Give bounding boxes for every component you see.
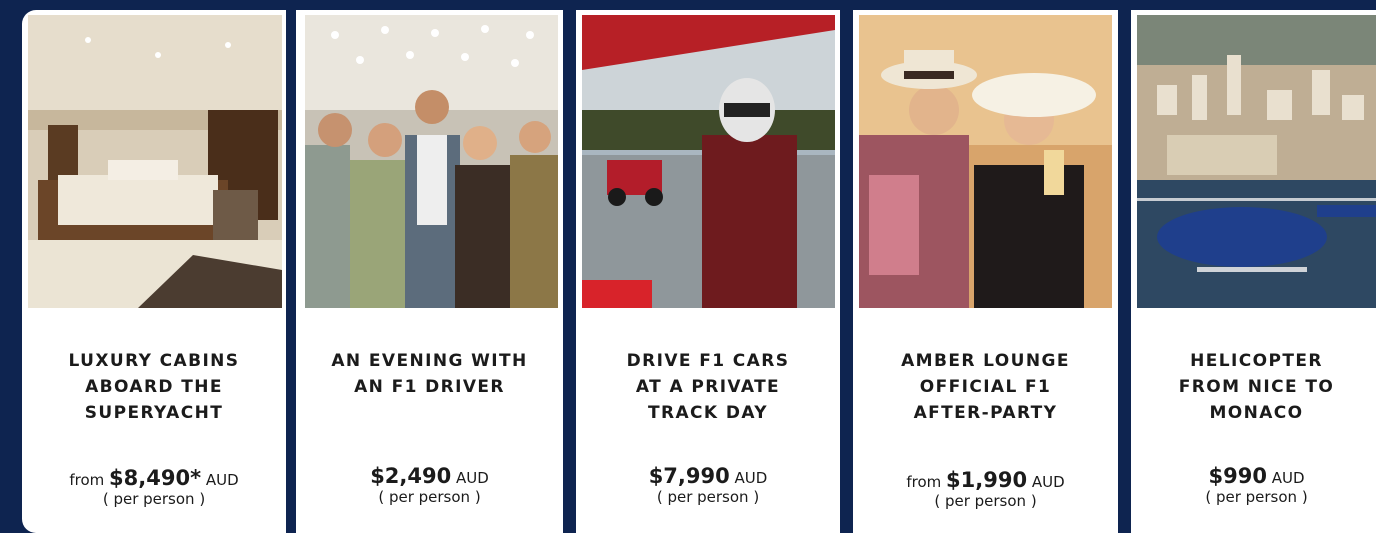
price-per-person: ( per person )	[378, 488, 481, 506]
package-card-f1-driver-evening[interactable]: AN EVENING WITH AN F1 DRIVER $2,490 AUD …	[296, 10, 563, 533]
price-currency: AUD	[1031, 473, 1065, 491]
helicopter-monaco-photo	[1137, 15, 1376, 308]
price-currency: AUD	[456, 469, 489, 487]
package-card-superyacht[interactable]: LUXURY CABINS ABOARD THE SUPERYACHT from…	[22, 10, 286, 533]
price-currency: AUD	[734, 469, 768, 487]
price-per-person: ( per person )	[1205, 488, 1308, 506]
package-price: from $8,490* AUD ( per person )	[22, 466, 286, 507]
package-price: $2,490 AUD ( per person )	[296, 464, 563, 505]
package-title: LUXURY CABINS ABOARD THE SUPERYACHT	[68, 351, 240, 423]
f1-driver-evening-photo	[305, 15, 558, 308]
package-title: HELICOPTER FROM NICE TO MONACO	[1178, 351, 1335, 423]
package-card-f1-track-day[interactable]: DRIVE F1 CARS AT A PRIVATE TRACK DAY $7,…	[576, 10, 840, 533]
price-per-person: ( per person )	[934, 492, 1037, 510]
price-per-person: ( per person )	[102, 490, 206, 508]
price-currency: AUD	[1271, 469, 1305, 487]
package-price: $990 AUD ( per person )	[1131, 464, 1376, 505]
price-per-person: ( per person )	[656, 488, 760, 506]
package-price: $7,990 AUD ( per person )	[576, 464, 840, 505]
price-prefix: from	[906, 473, 942, 491]
price-amount: $8,490*	[109, 466, 202, 490]
price-prefix: from	[69, 471, 105, 489]
price-amount: $7,990	[648, 464, 730, 488]
amber-lounge-party-photo	[859, 15, 1112, 308]
price-amount: $2,490	[370, 464, 452, 488]
package-card-amber-lounge[interactable]: AMBER LOUNGE OFFICIAL F1 AFTER-PARTY fro…	[853, 10, 1118, 533]
package-price: from $1,990 AUD ( per person )	[853, 468, 1118, 509]
price-amount: $1,990	[946, 468, 1028, 492]
package-title: DRIVE F1 CARS AT A PRIVATE TRACK DAY	[626, 351, 790, 423]
package-title: AN EVENING WITH AN F1 DRIVER	[331, 351, 528, 397]
f1-track-day-photo	[582, 15, 835, 308]
price-currency: AUD	[205, 471, 239, 489]
price-amount: $990	[1208, 464, 1267, 488]
superyacht-cabin-photo	[28, 15, 282, 308]
package-card-helicopter-monaco[interactable]: HELICOPTER FROM NICE TO MONACO $990 AUD …	[1131, 10, 1376, 533]
package-title: AMBER LOUNGE OFFICIAL F1 AFTER-PARTY	[901, 351, 1070, 423]
